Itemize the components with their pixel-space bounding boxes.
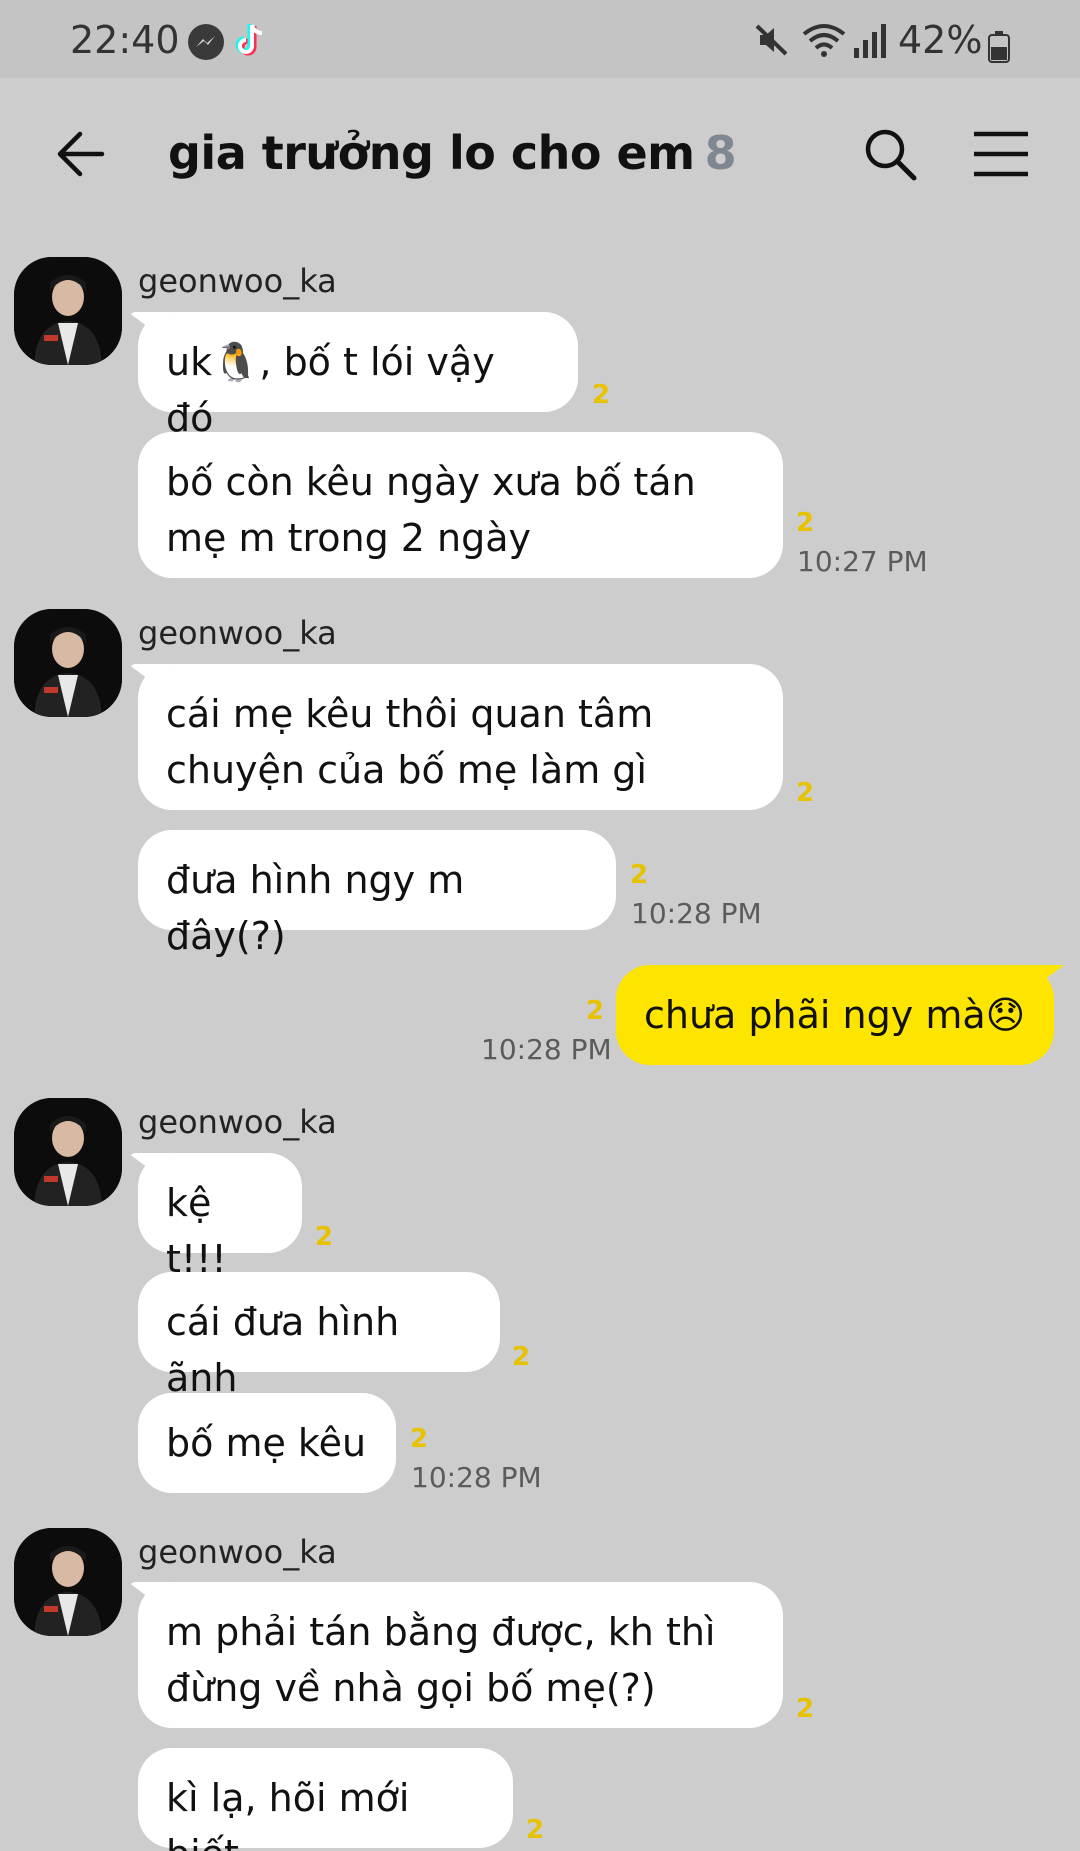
message-text: uk🐧, bố t lói vậy đó — [166, 340, 495, 440]
unread-count: 2 — [586, 996, 605, 1026]
unread-count: 2 — [526, 1815, 545, 1845]
avatar[interactable] — [14, 257, 122, 365]
avatar[interactable] — [14, 1528, 122, 1636]
unread-count: 2 — [512, 1342, 531, 1372]
signal-icon — [852, 20, 888, 69]
message-text-line2: đừng về nhà gọi bố mẹ(?) — [166, 1666, 656, 1710]
tiktok-icon — [232, 20, 272, 69]
message-text: kệ t!!! — [166, 1181, 227, 1281]
chat-screen: 22:40 42% gia trưởng lo cho em 8 geonwoo… — [0, 0, 1080, 1851]
member-count: 8 — [704, 126, 737, 180]
message-text-line2: chuyện của bố mẹ làm gì — [166, 748, 647, 792]
message-text: kì lạ, hõi mới biết — [166, 1776, 410, 1851]
message-text: bố mẹ kêu — [166, 1421, 367, 1465]
message-bubble[interactable]: đưa hình ngy m đây(?) — [138, 830, 616, 958]
menu-icon[interactable] — [972, 130, 1030, 182]
message-text-line2: mẹ m trong 2 ngày — [166, 516, 532, 560]
unread-count: 2 — [410, 1424, 429, 1454]
message-bubble[interactable]: bố mẹ kêu — [138, 1393, 396, 1493]
message-time: 10:27 PM — [797, 545, 928, 578]
sender-name: geonwoo_ka — [138, 1533, 337, 1571]
search-icon[interactable] — [862, 126, 918, 186]
status-time: 22:40 — [70, 18, 180, 62]
chat-title-text: gia trưởng lo cho em — [168, 126, 695, 180]
unread-count: 2 — [630, 860, 649, 890]
battery-icon — [988, 28, 1010, 72]
message-bubble[interactable]: bố còn kêu ngày xưa bố tán mẹ m trong 2 … — [138, 432, 783, 578]
unread-count: 2 — [315, 1222, 334, 1252]
sender-name: geonwoo_ka — [138, 262, 337, 300]
message-text: m phải tán bằng được, kh thì — [166, 1610, 716, 1654]
unread-count: 2 — [796, 508, 815, 538]
chat-header: gia trưởng lo cho em 8 — [0, 78, 1080, 238]
message-time: 10:28 PM — [631, 897, 762, 930]
sender-name: geonwoo_ka — [138, 614, 337, 652]
unread-count: 2 — [796, 778, 815, 808]
unread-count: 2 — [592, 380, 611, 410]
message-text: cái mẹ kêu thôi quan tâm — [166, 692, 654, 736]
message-bubble[interactable]: kì lạ, hõi mới biết — [138, 1748, 513, 1851]
my-message-bubble[interactable]: chưa phãi ngy mà😞 — [616, 965, 1054, 1065]
message-text: chưa phãi ngy mà😞 — [644, 993, 1026, 1037]
message-text: bố còn kêu ngày xưa bố tán — [166, 460, 696, 504]
avatar[interactable] — [14, 609, 122, 717]
message-bubble[interactable]: cái mẹ kêu thôi quan tâm chuyện của bố m… — [138, 664, 783, 810]
sender-name: geonwoo_ka — [138, 1103, 337, 1141]
message-bubble[interactable]: m phải tán bằng được, kh thì đừng về nhà… — [138, 1582, 783, 1728]
message-bubble[interactable]: cái đưa hình ãnh — [138, 1272, 500, 1400]
chat-title: gia trưởng lo cho em 8 — [168, 126, 737, 180]
message-text: đưa hình ngy m đây(?) — [166, 858, 465, 958]
message-text: cái đưa hình ãnh — [166, 1300, 400, 1400]
wifi-icon — [800, 20, 848, 69]
back-arrow-icon[interactable] — [54, 128, 106, 184]
message-time: 10:28 PM — [481, 1033, 612, 1066]
avatar[interactable] — [14, 1098, 122, 1206]
message-time: 10:28 PM — [411, 1461, 542, 1494]
battery-percent: 42% — [898, 18, 983, 62]
status-bar: 22:40 42% — [0, 0, 1080, 78]
mute-icon — [752, 20, 792, 69]
message-bubble[interactable]: uk🐧, bố t lói vậy đó — [138, 312, 578, 440]
message-bubble[interactable]: kệ t!!! — [138, 1153, 302, 1281]
messenger-icon — [188, 24, 224, 60]
unread-count: 2 — [796, 1694, 815, 1724]
